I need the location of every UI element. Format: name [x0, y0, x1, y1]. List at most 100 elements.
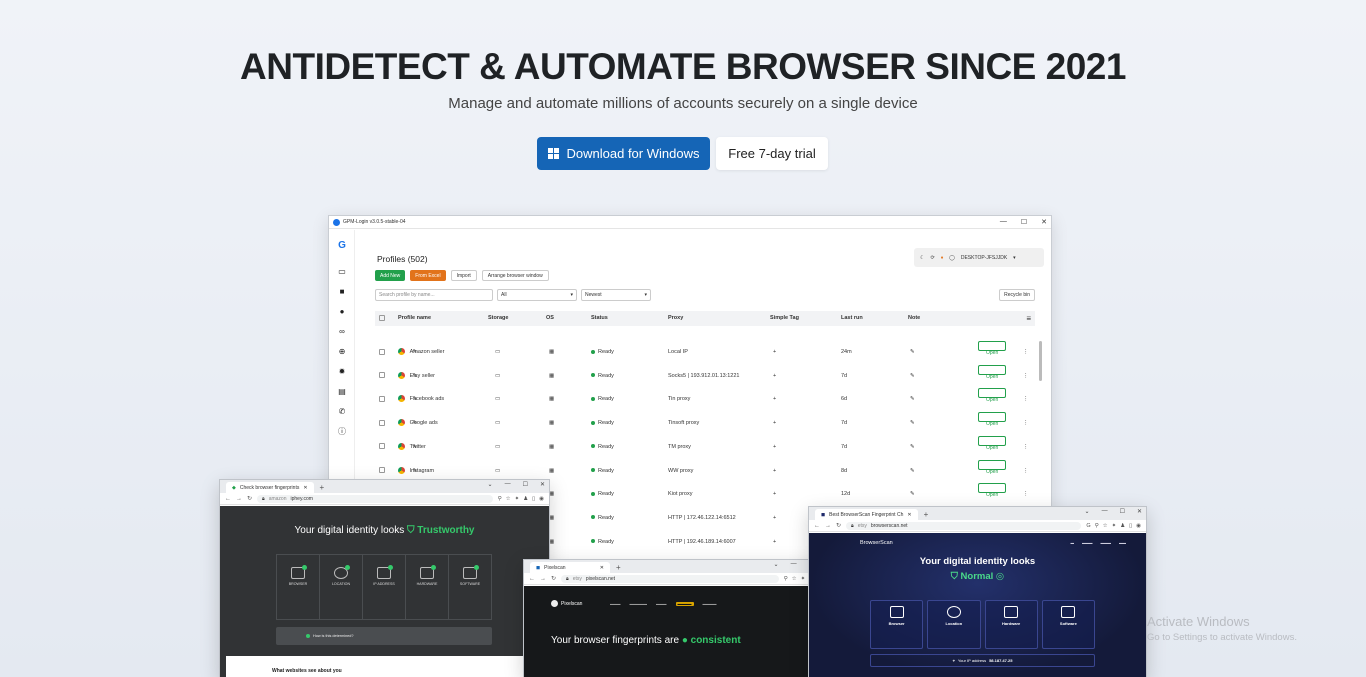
activate-windows-watermark: Activate Windows Go to Settings to activ… [1147, 614, 1297, 643]
forward-icon: → [540, 575, 546, 582]
settings-icon: ✹ [338, 366, 346, 376]
add-tag-icon: + [773, 538, 777, 545]
back-icon: ← [814, 522, 820, 529]
tab-close-icon: ✕ [303, 484, 308, 491]
table-row: Facebook ads ✎ ▭ ▦ Ready Tin proxy +6d ✎ Open ⋮ [375, 388, 1035, 412]
status-dot [591, 373, 595, 378]
chevron-down-icon: ▾ [1013, 254, 1016, 261]
download-windows-button[interactable]: Download for Windows [537, 137, 710, 170]
browserscan-logo: BrowserScan [860, 540, 893, 546]
add-tag-icon: + [773, 420, 777, 427]
identity-headline: Your digital identity looks ⛉ Trustworth… [294, 525, 475, 536]
software-icon [1061, 606, 1076, 618]
location-icon [334, 565, 350, 579]
add-new-button: Add New [375, 270, 406, 281]
row-menu-icon: ⋮ [1023, 349, 1029, 355]
hardware-icon [1004, 606, 1019, 618]
edit-icon: ✎ [412, 420, 418, 427]
status-dot [591, 515, 595, 520]
add-tag-icon: + [773, 443, 777, 450]
fingerprint-tiles: Browser Location Hardware Software [870, 600, 1095, 649]
folder-icon: ■ [339, 286, 345, 296]
browserscan-menu: ▬ ▬▬▬ ▬▬▬ ▬▬ [1070, 541, 1127, 545]
status-dot [591, 420, 595, 425]
note-edit-icon: ✎ [910, 491, 915, 498]
status-dot [591, 468, 595, 473]
status-dot [591, 539, 595, 544]
add-tag-icon: + [773, 491, 777, 498]
browser-tab: ◆ Check browser fingerprints ✕ [226, 482, 314, 493]
pin-icon: ⌖ [952, 658, 955, 663]
ip-address-box: ⌖ Your IP address 58.187.47.25 [870, 654, 1095, 667]
globe-icon: ⊕ [338, 346, 346, 356]
row-checkbox [379, 443, 385, 450]
close-icon: ✕ [1041, 219, 1047, 226]
browserscan-tab-icon: ◼ [821, 511, 826, 518]
open-button: Open [978, 364, 1007, 380]
verdict-text: ⛉ Normal ◎ [950, 571, 1005, 582]
profile-search-input: Search profile by name... [375, 289, 493, 301]
folder-icon: ▭ [495, 396, 501, 403]
lock-icon: 🔒︎ [566, 575, 569, 582]
automation-icon: ● [339, 306, 345, 316]
lock-icon: 🔒︎ [262, 495, 265, 502]
table-row: Amazon seller ✎ ▭ ▦ Ready Local IP +24m ✎ Open ⋮ [375, 341, 1035, 365]
row-menu-icon: ⋮ [1023, 443, 1029, 450]
status-dot [591, 491, 595, 496]
columns-menu-icon: ≡ [1026, 314, 1031, 323]
free-trial-button[interactable]: Free 7-day trial [716, 137, 828, 170]
row-menu-icon: ⋮ [1023, 491, 1029, 498]
back-icon: ← [225, 495, 231, 502]
open-button: Open [978, 483, 1007, 498]
row-checkbox [379, 348, 385, 355]
windows-os-icon: ▦ [549, 443, 555, 450]
open-button: Open [978, 435, 1007, 451]
open-button: Open [978, 459, 1007, 475]
minimize-icon: — [999, 218, 1007, 225]
forward-icon: → [236, 495, 242, 502]
browser-icon [889, 606, 904, 618]
address-bar: 🔒︎ etsy browserscan.net [846, 521, 1082, 530]
browser-icon [291, 565, 307, 579]
tab-close-icon: ✕ [599, 564, 604, 571]
pixelscan-logo: Pixelscan [551, 600, 582, 607]
open-button: Open [978, 341, 1007, 356]
support-icon: ✆ [338, 406, 346, 416]
table-header: Profile name Storage OS Status Proxy Sim… [375, 311, 1035, 326]
bell-icon: ♦ [940, 254, 944, 261]
import-button: Import [450, 270, 477, 281]
windows-os-icon: ▦ [549, 420, 555, 427]
chrome-icon [398, 395, 405, 403]
windows-os-icon: ▦ [549, 396, 555, 403]
app-logo-icon [333, 218, 340, 226]
verdict-text: ⛉ Trustworthy [406, 525, 475, 536]
hero-title: ANTIDETECT & AUTOMATE BROWSER SINCE 2021 [240, 46, 1126, 87]
edit-icon: ✎ [412, 372, 418, 379]
note-edit-icon: ✎ [910, 372, 915, 379]
lock-icon: 🔒︎ [851, 522, 854, 529]
group-select: All ▾ [497, 289, 577, 301]
new-tab-icon: + [616, 563, 621, 572]
browserscan-browser-window: ◼ Best BrowserScan Fingerprint Ch ✕ + ⌄ — ☐… [808, 506, 1147, 677]
hardware-icon [420, 565, 436, 579]
open-button: Open [978, 388, 1007, 403]
sort-select: Newest ▾ [581, 289, 651, 301]
location-icon [946, 606, 961, 618]
table-row: Google ads ✎ ▭ ▦ Ready Tinsoft proxy +7d ✎ Open… [375, 412, 1035, 436]
refresh-icon: ⟳ [930, 254, 935, 261]
row-menu-icon: ⋮ [1023, 396, 1029, 403]
ip-icon [377, 565, 393, 579]
status-dot [591, 396, 595, 401]
new-tab-icon: + [319, 483, 325, 492]
add-tag-icon: + [773, 467, 777, 474]
windows-os-icon: ▦ [549, 349, 555, 355]
identity-headline: Your digital identity looks [919, 556, 1036, 567]
moon-icon: ☾ [920, 254, 925, 261]
windows-icon [547, 148, 559, 159]
pixelscan-tab-icon: ◼ [536, 564, 541, 571]
chrome-icon [398, 419, 405, 427]
table-scrollbar [1039, 341, 1042, 381]
reload-icon: ↻ [836, 523, 842, 529]
row-checkbox [379, 467, 385, 474]
filter-bar: Search profile by name... All ▾ Newest ▾ [375, 289, 651, 301]
